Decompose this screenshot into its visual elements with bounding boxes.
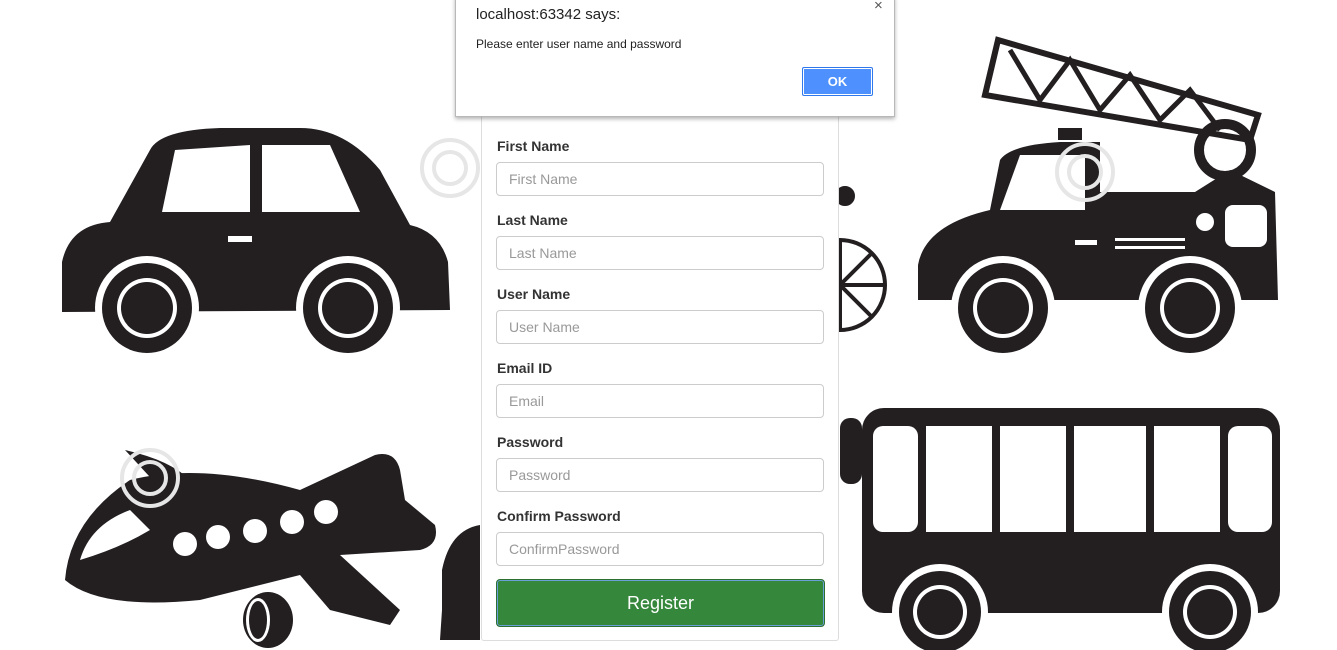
last-name-label: Last Name bbox=[497, 212, 568, 228]
email-input[interactable] bbox=[496, 384, 824, 418]
alert-dialog: localhost:63342 says: × Please enter use… bbox=[455, 0, 895, 117]
alert-title: localhost:63342 says: bbox=[476, 6, 621, 23]
registration-form: First Name Last Name User Name Email ID … bbox=[481, 112, 839, 641]
email-label: Email ID bbox=[497, 360, 553, 376]
password-label: Password bbox=[497, 434, 564, 450]
first-name-input[interactable] bbox=[496, 162, 824, 196]
user-name-label: User Name bbox=[497, 286, 571, 302]
close-icon[interactable]: × bbox=[874, 0, 883, 14]
bus-icon bbox=[840, 408, 1280, 650]
user-name-input[interactable] bbox=[496, 310, 824, 344]
confirm-password-input[interactable] bbox=[496, 532, 824, 566]
fire-truck-icon bbox=[918, 36, 1278, 360]
password-input[interactable] bbox=[496, 458, 824, 492]
car-icon bbox=[62, 128, 450, 360]
alert-message: Please enter user name and password bbox=[476, 37, 682, 51]
car-icon bbox=[440, 525, 480, 640]
last-name-input[interactable] bbox=[496, 236, 824, 270]
first-name-label: First Name bbox=[497, 138, 570, 154]
ok-button[interactable]: OK bbox=[802, 67, 873, 96]
confirm-password-label: Confirm Password bbox=[497, 508, 621, 524]
register-button[interactable]: Register bbox=[496, 579, 825, 627]
